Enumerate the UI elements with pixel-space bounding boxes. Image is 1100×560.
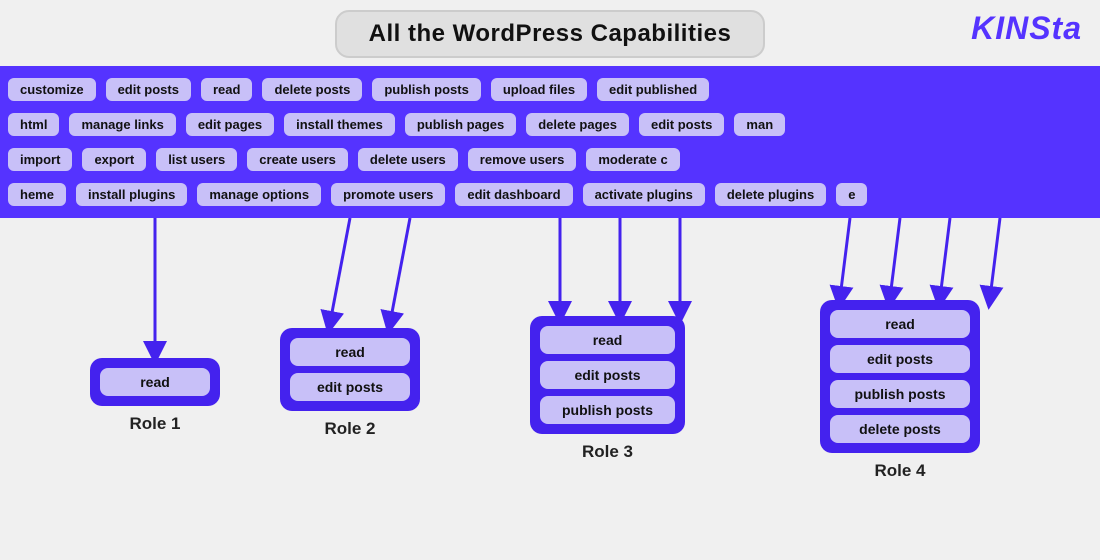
role1-box: read — [90, 358, 220, 406]
role4-container: read edit posts publish posts delete pos… — [820, 300, 980, 481]
cap-row-3: import export list users create users de… — [0, 142, 1100, 177]
role3-container: read edit posts publish posts Role 3 — [530, 316, 685, 462]
cap-pill: publish pages — [403, 111, 518, 138]
role2-cap-edit-posts: edit posts — [290, 373, 410, 401]
cap-pill: edit pages — [184, 111, 276, 138]
role2-container: read edit posts Role 2 — [280, 328, 420, 439]
cap-pill: upload files — [489, 76, 589, 103]
cap-row-2: html manage links edit pages install the… — [0, 107, 1100, 142]
cap-pill: delete users — [356, 146, 460, 173]
cap-row-1: customize edit posts read delete posts p… — [0, 72, 1100, 107]
cap-pill: moderate c — [584, 146, 681, 173]
role4-label: Role 4 — [874, 461, 925, 481]
role2-label: Role 2 — [324, 419, 375, 439]
cap-pill: html — [6, 111, 61, 138]
role1-label: Role 1 — [129, 414, 180, 434]
role1-cap-read: read — [100, 368, 210, 396]
kinsta-logo: KINSta — [971, 10, 1082, 47]
cap-pill: read — [199, 76, 254, 103]
role3-cap-edit-posts: edit posts — [540, 361, 675, 389]
cap-pill: edit dashboard — [453, 181, 574, 208]
cap-pill: manage links — [67, 111, 177, 138]
cap-pill: edit posts — [104, 76, 193, 103]
role2-cap-read: read — [290, 338, 410, 366]
cap-pill: remove users — [466, 146, 579, 173]
cap-row-4: heme install plugins manage options prom… — [0, 177, 1100, 212]
cap-pill: delete pages — [524, 111, 631, 138]
cap-pill: edit published — [595, 76, 711, 103]
role2-box: read edit posts — [280, 328, 420, 411]
role4-cap-publish-posts: publish posts — [830, 380, 970, 408]
cap-pill: install themes — [282, 111, 397, 138]
cap-pill: promote users — [329, 181, 447, 208]
cap-pill: delete plugins — [713, 181, 828, 208]
cap-pill: customize — [6, 76, 98, 103]
role3-label: Role 3 — [582, 442, 633, 462]
cap-pill: edit posts — [637, 111, 726, 138]
cap-pill: publish posts — [370, 76, 483, 103]
cap-pill: export — [80, 146, 148, 173]
cap-pill: heme — [6, 181, 68, 208]
cap-pill: e — [834, 181, 869, 208]
cap-pill: manage options — [195, 181, 323, 208]
cap-pill: delete posts — [260, 76, 364, 103]
diagram: read Role 1 read edit posts Role 2 read … — [0, 218, 1100, 558]
cap-pill: import — [6, 146, 74, 173]
role3-box: read edit posts publish posts — [530, 316, 685, 434]
header: All the WordPress Capabilities KINSta — [0, 0, 1100, 66]
role4-cap-edit-posts: edit posts — [830, 345, 970, 373]
role4-cap-read: read — [830, 310, 970, 338]
role4-box: read edit posts publish posts delete pos… — [820, 300, 980, 453]
role4-cap-delete-posts: delete posts — [830, 415, 970, 443]
cap-pill: activate plugins — [581, 181, 707, 208]
role1-container: read Role 1 — [90, 358, 220, 434]
cap-pill: install plugins — [74, 181, 189, 208]
role3-cap-read: read — [540, 326, 675, 354]
role3-cap-publish-posts: publish posts — [540, 396, 675, 424]
cap-pill: man — [732, 111, 787, 138]
cap-pill: create users — [245, 146, 350, 173]
page-title: All the WordPress Capabilities — [335, 10, 766, 58]
capabilities-banner: customize edit posts read delete posts p… — [0, 66, 1100, 218]
cap-pill: list users — [154, 146, 239, 173]
